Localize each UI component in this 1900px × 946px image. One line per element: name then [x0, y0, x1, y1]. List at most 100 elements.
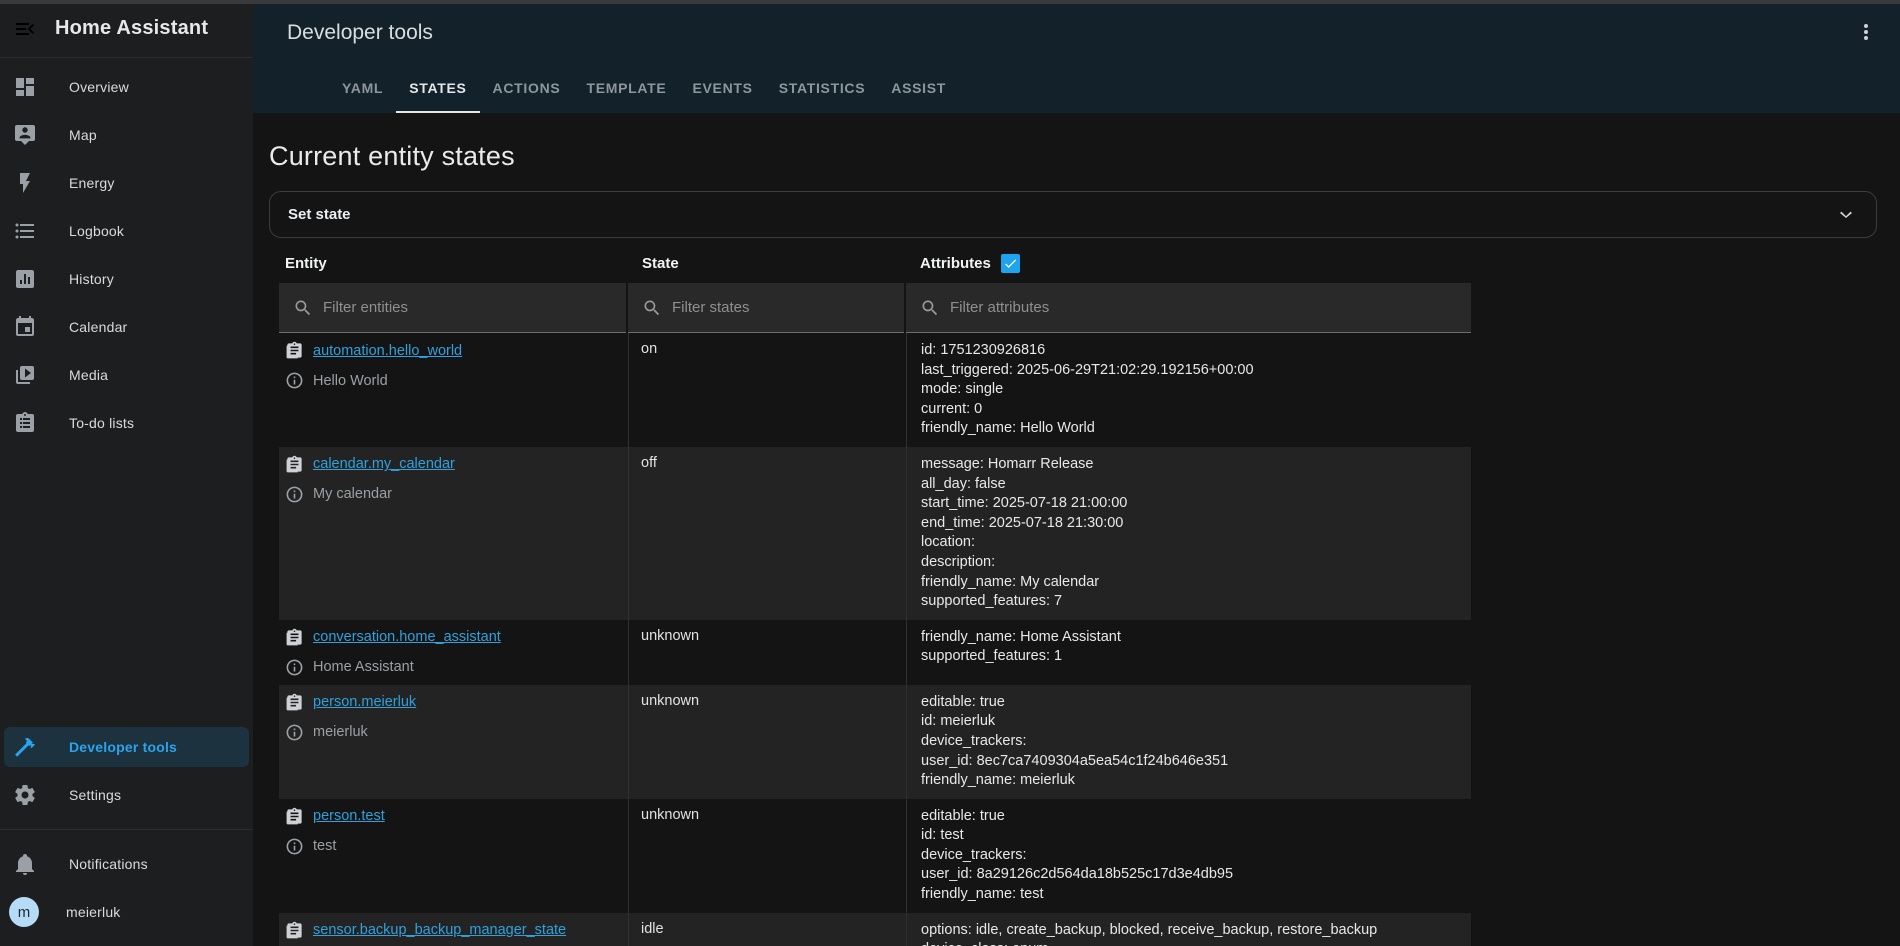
tab-actions[interactable]: ACTIONS [480, 65, 574, 113]
attributes-cell: editable: trueid: meierlukdevice_tracker… [906, 685, 1471, 799]
attribute-line: editable: true [921, 693, 1471, 713]
entity-friendly-name: My calendar [313, 486, 392, 502]
chevron-down-icon [1834, 203, 1858, 227]
filter-attributes-input[interactable]: Filter attributes [906, 283, 1471, 333]
sidebar-item-to-do-lists[interactable]: To-do lists [0, 399, 253, 447]
attributes-cell: editable: trueid: testdevice_trackers:us… [906, 799, 1471, 913]
sidebar-header: Home Assistant [0, 0, 253, 58]
hammer-icon [13, 735, 37, 759]
sidebar-item-settings[interactable]: Settings [0, 771, 253, 819]
tab-bar: YAML STATES ACTIONS TEMPLATE EVENTS STAT… [329, 65, 959, 113]
attribute-line: editable: true [921, 807, 1471, 827]
tab-label: STATES [409, 80, 466, 96]
sidebar-footer-nav: Notifications [0, 840, 253, 888]
entity-states-table: Entity State Attributes Filter entities … [279, 238, 1471, 946]
copy-clipboard-icon[interactable] [285, 628, 304, 647]
sidebar-item-profile[interactable]: m meierluk [0, 888, 253, 936]
attribute-line: description: [921, 553, 1471, 573]
page-title: Developer tools [287, 21, 433, 45]
entity-link[interactable]: person.test [313, 808, 385, 824]
copy-clipboard-icon[interactable] [285, 921, 304, 940]
sidebar-item-label: Settings [69, 787, 121, 803]
filter-entity-input[interactable]: Filter entities [279, 283, 626, 333]
attribute-line: friendly_name: My calendar [921, 573, 1471, 593]
tab-events[interactable]: EVENTS [679, 65, 765, 113]
sidebar-item-calendar[interactable]: Calendar [0, 303, 253, 351]
entity-cell: person.test test [279, 799, 628, 913]
copy-clipboard-icon[interactable] [285, 341, 304, 360]
tab-yaml[interactable]: YAML [329, 65, 396, 113]
table-row: sensor.backup_backup_manager_state Backu… [279, 913, 1471, 946]
tab-template[interactable]: TEMPLATE [573, 65, 679, 113]
column-header-entity: Entity [279, 255, 628, 272]
copy-clipboard-icon[interactable] [285, 807, 304, 826]
set-state-label: Set state [288, 206, 351, 223]
sidebar-item-label: History [69, 271, 114, 287]
filter-placeholder: Filter attributes [950, 299, 1049, 316]
tab-statistics[interactable]: STATISTICS [766, 65, 879, 113]
clipboard-list-icon [13, 411, 37, 435]
sidebar-divider [0, 829, 253, 830]
sidebar-item-label: Map [69, 127, 97, 143]
attribute-line: device_trackers: [921, 846, 1471, 866]
info-icon[interactable] [285, 837, 304, 856]
entity-friendly-name: meierluk [313, 724, 368, 740]
info-icon[interactable] [285, 485, 304, 504]
entity-friendly-name: Home Assistant [313, 659, 414, 675]
sidebar-item-energy[interactable]: Energy [0, 159, 253, 207]
attribute-line: friendly_name: Hello World [921, 419, 1471, 439]
sidebar-item-label: To-do lists [69, 415, 134, 431]
state-value: off [641, 455, 657, 471]
attribute-line: start_time: 2025-07-18 21:00:00 [921, 494, 1471, 514]
info-icon[interactable] [285, 371, 304, 390]
search-icon [293, 298, 313, 318]
sidebar-item-map[interactable]: Map [0, 111, 253, 159]
attributes-checkbox[interactable] [1001, 254, 1020, 273]
top-app-bar: Developer tools YAML STATES ACTIONS TEMP… [253, 0, 1900, 113]
copy-clipboard-icon[interactable] [285, 693, 304, 712]
attribute-line: device_class: enum [921, 940, 1471, 946]
media-play-icon [13, 363, 37, 387]
filter-state-input[interactable]: Filter states [628, 283, 904, 333]
entity-link[interactable]: automation.hello_world [313, 343, 462, 359]
state-cell: idle [628, 913, 906, 946]
sidebar-item-media[interactable]: Media [0, 351, 253, 399]
top-strip [0, 0, 1900, 4]
avatar[interactable]: m [9, 897, 39, 927]
sidebar-tools-nav: Developer tools Settings [0, 727, 253, 819]
entity-link[interactable]: calendar.my_calendar [313, 456, 455, 472]
state-cell: unknown [628, 799, 906, 913]
state-cell: unknown [628, 685, 906, 799]
tab-states[interactable]: STATES [396, 65, 479, 113]
attribute-line: supported_features: 1 [921, 647, 1471, 667]
menu-open-icon[interactable] [13, 17, 37, 41]
sidebar-item-notifications[interactable]: Notifications [0, 840, 253, 888]
section-heading: Current entity states [253, 113, 1900, 172]
sidebar-item-label: Notifications [69, 856, 148, 872]
column-header-attributes: Attributes [906, 254, 1471, 273]
sidebar-item-developer-tools[interactable]: Developer tools [4, 727, 249, 767]
attributes-cell: id: 1751230926816last_triggered: 2025-06… [906, 333, 1471, 447]
table-row: automation.hello_world Hello World on id… [279, 333, 1471, 447]
state-value: idle [641, 921, 664, 937]
sidebar-item-label: Logbook [69, 223, 124, 239]
sidebar-item-history[interactable]: History [0, 255, 253, 303]
filter-placeholder: Filter entities [323, 299, 408, 316]
sidebar-item-logbook[interactable]: Logbook [0, 207, 253, 255]
map-account-icon [13, 123, 37, 147]
attribute-line: message: Homarr Release [921, 455, 1471, 475]
copy-clipboard-icon[interactable] [285, 455, 304, 474]
overflow-menu-icon[interactable] [1854, 20, 1878, 44]
entity-link[interactable]: conversation.home_assistant [313, 629, 501, 645]
tab-assist[interactable]: ASSIST [878, 65, 959, 113]
attribute-line: end_time: 2025-07-18 21:30:00 [921, 514, 1471, 534]
sidebar: Home Assistant Overview Map Energy Logbo… [0, 0, 253, 946]
tab-label: ACTIONS [493, 80, 561, 96]
info-icon[interactable] [285, 723, 304, 742]
attribute-line: all_day: false [921, 475, 1471, 495]
sidebar-item-overview[interactable]: Overview [0, 63, 253, 111]
info-icon[interactable] [285, 658, 304, 677]
entity-link[interactable]: sensor.backup_backup_manager_state [313, 922, 566, 938]
entity-link[interactable]: person.meierluk [313, 694, 416, 710]
set-state-panel[interactable]: Set state [269, 191, 1877, 238]
